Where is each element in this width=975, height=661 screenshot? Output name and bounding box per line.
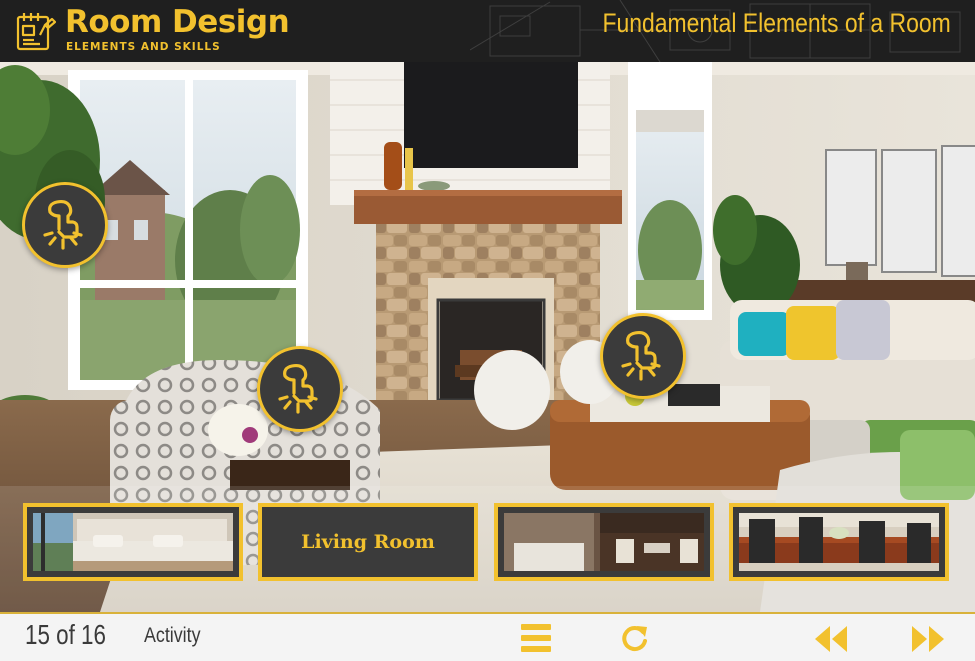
tap-icon	[278, 363, 318, 414]
replay-button[interactable]	[620, 624, 650, 654]
thumbnail-bedroom[interactable]	[23, 503, 243, 581]
menu-button[interactable]	[520, 622, 552, 654]
thumbnail-living-room[interactable]: Living Room	[258, 503, 478, 581]
replay-icon	[622, 626, 647, 652]
footer-bar: 15 of 16 Activity	[0, 612, 975, 661]
hotspot-armchair[interactable]	[257, 346, 343, 432]
header-bar: Room Design ELEMENTS AND SKILLS Fundamen…	[0, 0, 975, 62]
hotspot-ottoman[interactable]	[600, 313, 686, 399]
thumbnail-label: Living Room	[301, 531, 435, 553]
thumbnail-label	[27, 507, 239, 577]
app-title: Room Design	[65, 4, 290, 40]
tap-icon	[621, 330, 661, 381]
app-subtitle: ELEMENTS AND SKILLS	[66, 41, 221, 53]
activity-label: Activity	[144, 624, 201, 647]
fast-forward-icon	[912, 626, 944, 652]
rewind-icon	[815, 626, 847, 652]
next-button[interactable]	[911, 624, 945, 654]
slide-title: Fundamental Elements of a Room	[602, 8, 951, 38]
previous-button[interactable]	[814, 624, 848, 654]
page-counter: 15 of 16	[25, 619, 106, 650]
thumbnail-label	[733, 507, 945, 577]
menu-icon	[521, 624, 551, 652]
living-room-scene: Living Room	[0, 0, 975, 612]
thumbnail-bathroom[interactable]	[494, 503, 714, 581]
thumbnail-dining-room[interactable]	[729, 503, 949, 581]
blueprint-logo-icon	[16, 13, 56, 51]
hotspot-window[interactable]	[22, 182, 108, 268]
thumbnail-label	[498, 507, 710, 577]
tap-icon	[43, 199, 83, 250]
